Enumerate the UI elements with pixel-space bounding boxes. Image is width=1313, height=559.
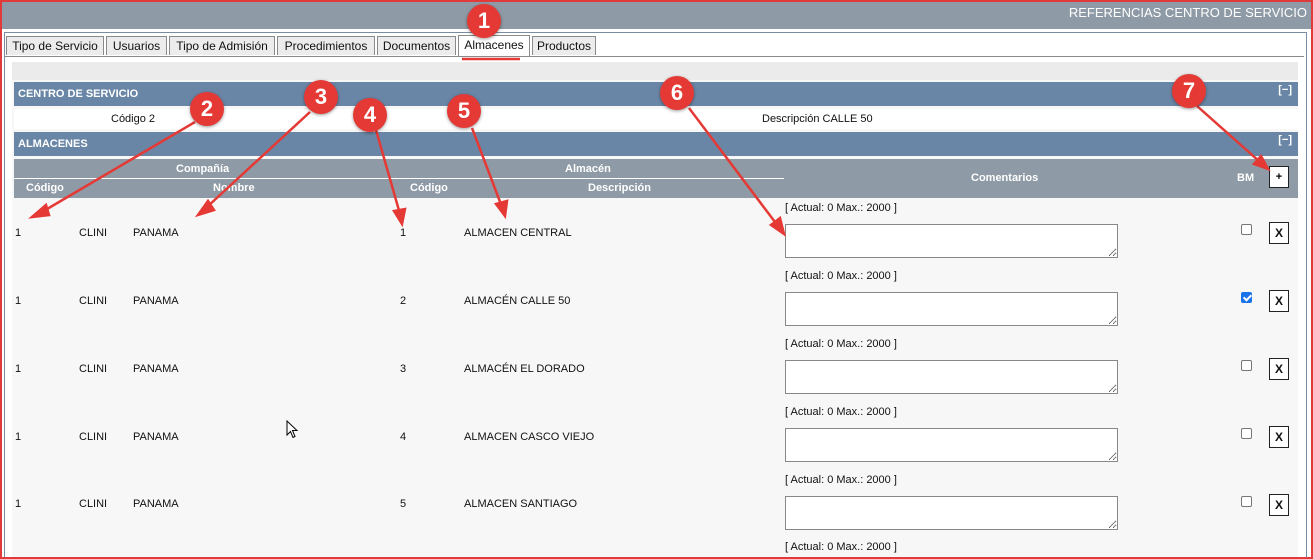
annotation-badge: 6 [660, 76, 694, 110]
annotation-badge: 5 [447, 94, 481, 128]
annotation-badge: 7 [1172, 74, 1206, 108]
annotation-badge: 4 [353, 98, 387, 132]
window-frame: REFERENCIAS CENTRO DE SERVICIO Tipo de S… [0, 0, 1313, 559]
annotation-badge: 1 [467, 4, 501, 38]
annotation-arrows [28, 57, 1271, 237]
annotation-badge: 3 [304, 80, 338, 114]
annotation-badge: 2 [190, 92, 224, 126]
